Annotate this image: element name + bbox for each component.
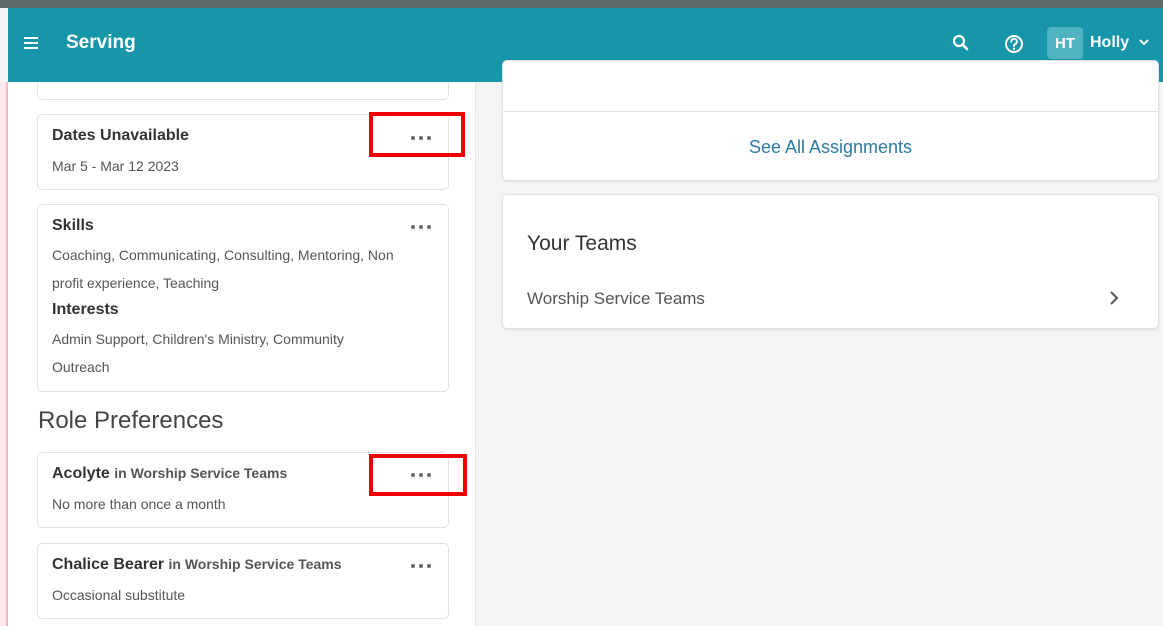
skills-line-1: Coaching, Communicating, Consulting, Men… — [52, 247, 394, 263]
role-name: Acolyte — [52, 465, 110, 482]
more-icon[interactable] — [410, 222, 432, 232]
role-preferences-heading: Role Preferences — [38, 407, 224, 434]
role-frequency: No more than once a month — [52, 496, 226, 512]
role-name: Chalice Bearer — [52, 556, 165, 573]
highlight-box — [369, 454, 467, 496]
assignments-card: See All Assignments — [502, 60, 1159, 181]
more-icon[interactable] — [410, 561, 432, 571]
search-icon[interactable] — [950, 32, 972, 54]
interests-title: Interests — [52, 301, 119, 318]
skills-title: Skills — [52, 217, 94, 234]
highlight-box — [369, 112, 465, 157]
help-icon[interactable] — [1003, 33, 1025, 55]
left-column: Dates Unavailable Mar 5 - Mar 12 2023 Sk… — [8, 82, 476, 626]
dates-unavailable-title: Dates Unavailable — [52, 127, 189, 144]
avatar[interactable]: HT — [1047, 27, 1083, 59]
chevron-right-icon[interactable] — [1108, 290, 1120, 306]
avatar-initials: HT — [1055, 34, 1075, 52]
left-accent-strip — [0, 82, 8, 626]
skills-line-2: profit experience, Teaching — [52, 275, 220, 291]
role-team: in Worship Service Teams — [114, 465, 288, 481]
role-title: Acolyte in Worship Service Teams — [52, 465, 287, 483]
role-team: in Worship Service Teams — [168, 556, 342, 572]
role-card-chalice-bearer: Chalice Bearer in Worship Service Teams … — [37, 543, 449, 619]
divider — [503, 111, 1158, 112]
skills-card: Skills Coaching, Communicating, Consulti… — [37, 204, 449, 392]
see-all-assignments-link[interactable]: See All Assignments — [503, 137, 1158, 158]
interests-line-1: Admin Support, Children's Ministry, Comm… — [52, 331, 344, 347]
previous-card — [37, 82, 449, 100]
dates-unavailable-range: Mar 5 - Mar 12 2023 — [52, 158, 179, 174]
chevron-down-icon[interactable] — [1138, 37, 1150, 47]
your-teams-title: Your Teams — [527, 232, 637, 255]
window-top-border — [0, 0, 1163, 8]
team-item[interactable]: Worship Service Teams — [527, 289, 705, 309]
your-teams-card: Your Teams Worship Service Teams — [502, 194, 1159, 329]
role-title: Chalice Bearer in Worship Service Teams — [52, 556, 342, 574]
interests-line-2: Outreach — [52, 359, 110, 375]
app-title: Serving — [66, 32, 136, 53]
role-frequency: Occasional substitute — [52, 587, 186, 603]
user-menu-name[interactable]: Holly — [1090, 34, 1129, 52]
menu-icon[interactable] — [24, 34, 44, 54]
